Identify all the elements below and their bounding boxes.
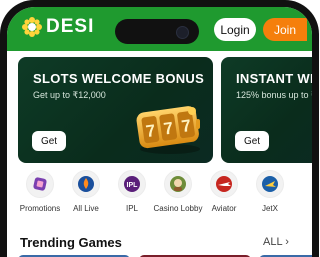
promo-banner-instant[interactable]: INSTANT WE 125% bonus up to ₹ Get xyxy=(221,57,312,163)
banner-title: INSTANT WE xyxy=(236,71,312,86)
slot-machine-icon: 7 7 7 xyxy=(136,106,200,154)
trending-games-title: Trending Games xyxy=(20,235,122,250)
promotions-icon xyxy=(26,170,54,198)
login-button[interactable]: Login xyxy=(214,18,256,41)
casino-lobby-icon xyxy=(164,170,192,198)
brand-name: DESI xyxy=(46,16,95,37)
banner-subtitle: Get up to ₹12,000 xyxy=(33,90,106,100)
promo-banner-slots[interactable]: SLOTS WELCOME BONUS Get up to ₹12,000 7 … xyxy=(18,57,213,163)
game-category-row: Promotions All Live IPL IPL Casino Lobby xyxy=(7,170,312,230)
phone-frame: DESI Login Join SLOTS WELCOME BONUS Get … xyxy=(0,0,319,257)
flower-logo-icon xyxy=(21,16,43,38)
aviator-icon xyxy=(210,170,238,198)
camera-notch xyxy=(115,19,199,44)
trending-all-link[interactable]: ALL › xyxy=(263,236,289,248)
camera-icon xyxy=(176,26,189,39)
jetx-icon xyxy=(256,170,284,198)
app-screen: DESI Login Join SLOTS WELCOME BONUS Get … xyxy=(7,7,312,257)
category-jetx[interactable]: JetX xyxy=(243,170,297,214)
banner-get-button[interactable]: Get xyxy=(235,131,269,151)
ipl-icon: IPL xyxy=(118,170,146,198)
category-label: JetX xyxy=(261,204,278,213)
banner-get-button[interactable]: Get xyxy=(32,131,66,151)
all-live-icon xyxy=(72,170,100,198)
join-button[interactable]: Join xyxy=(263,18,307,41)
brand-logo[interactable]: DESI xyxy=(21,16,94,38)
banner-subtitle: 125% bonus up to ₹ xyxy=(236,90,312,100)
banner-title: SLOTS WELCOME BONUS xyxy=(33,71,205,86)
promo-carousel[interactable]: SLOTS WELCOME BONUS Get up to ₹12,000 7 … xyxy=(7,51,312,163)
app-header: DESI Login Join xyxy=(7,7,312,51)
svg-text:IPL: IPL xyxy=(127,182,139,189)
